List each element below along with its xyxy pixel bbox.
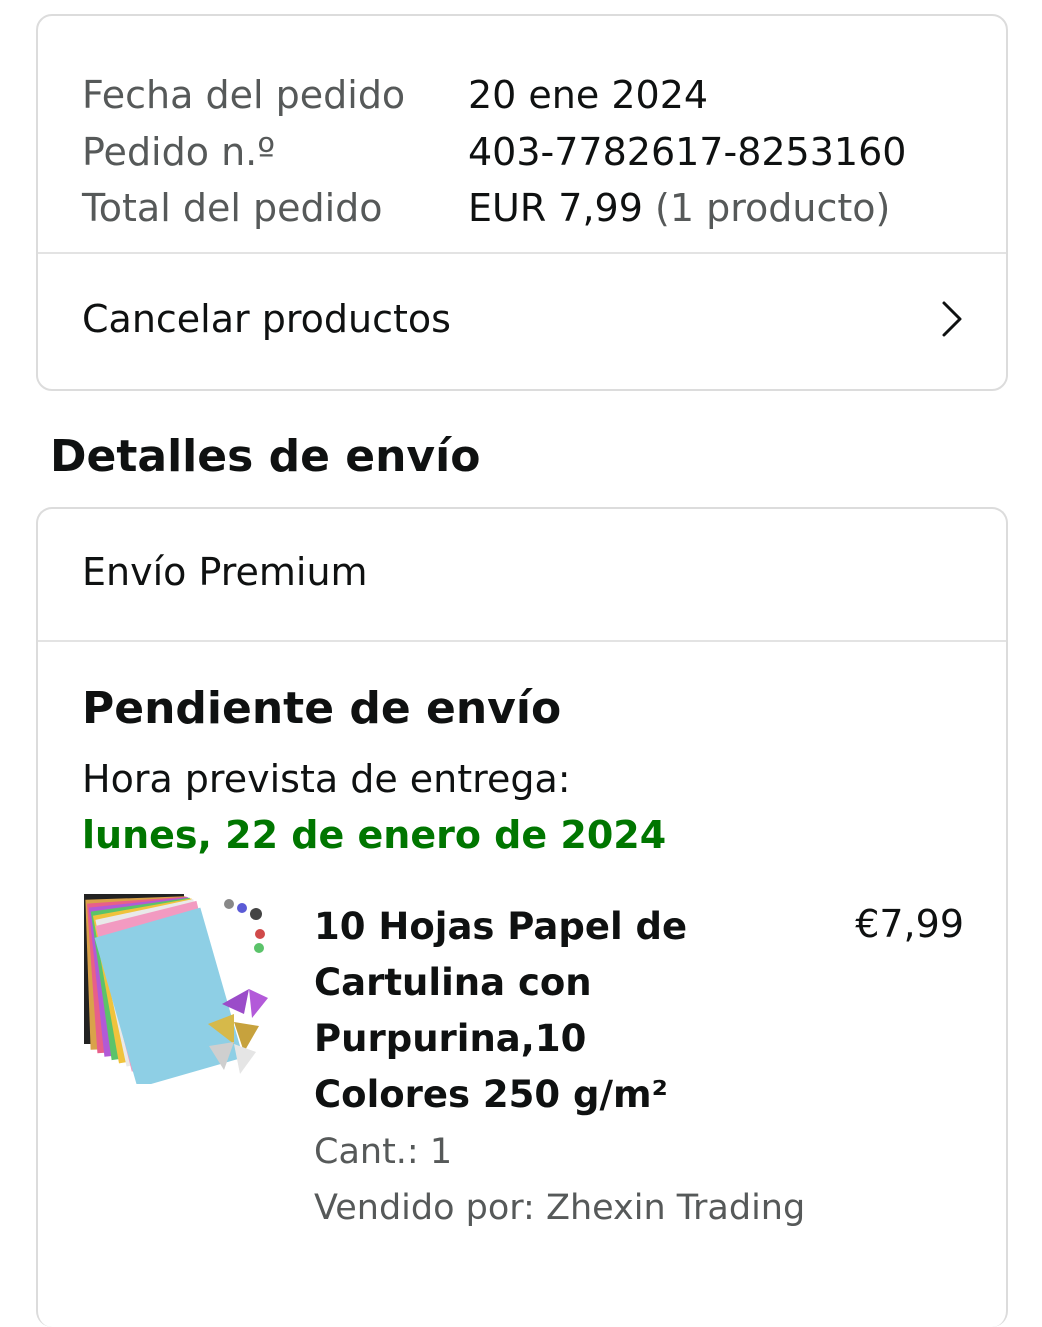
cancel-products-label: Cancelar productos (82, 297, 451, 341)
shipping-details-heading: Detalles de envío (50, 431, 481, 482)
chevron-right-icon (942, 301, 962, 337)
delivery-estimate-date: lunes, 22 de enero de 2024 (82, 813, 667, 857)
order-total-value: EUR 7,99 (1 producto) (468, 185, 890, 231)
shipping-method: Envío Premium (82, 550, 368, 594)
order-total-amount: EUR 7,99 (468, 186, 643, 230)
order-total-label: Total del pedido (82, 186, 383, 230)
product-seller: Vendido por: Zhexin Trading (314, 1188, 806, 1228)
product-thumbnail[interactable] (84, 894, 270, 1084)
divider (38, 252, 1006, 254)
order-summary: Fecha del pedido 20 ene 2024 Pedido n.º … (38, 16, 1006, 254)
order-date-value: 20 ene 2024 (468, 73, 709, 117)
divider (38, 640, 1006, 642)
cancel-products-button[interactable]: Cancelar productos (38, 256, 1006, 391)
product-title-link[interactable]: 10 Hojas Papel de Cartulina con Purpurin… (314, 899, 754, 1123)
delivery-estimate-label: Hora prevista de entrega: (82, 757, 571, 801)
shipping-details-card: Envío Premium Pendiente de envío Hora pr… (36, 507, 1008, 1327)
order-total-count: (1 producto) (655, 186, 891, 230)
product-quantity: Cant.: 1 (314, 1132, 453, 1172)
order-number-label: Pedido n.º (82, 130, 276, 174)
product-price: €7,99 (855, 902, 964, 946)
order-date-label: Fecha del pedido (82, 73, 406, 117)
order-number-value: 403-7782617-8253160 (468, 130, 907, 174)
order-summary-card: Fecha del pedido 20 ene 2024 Pedido n.º … (36, 14, 1008, 391)
shipment-status: Pendiente de envío (82, 683, 562, 734)
